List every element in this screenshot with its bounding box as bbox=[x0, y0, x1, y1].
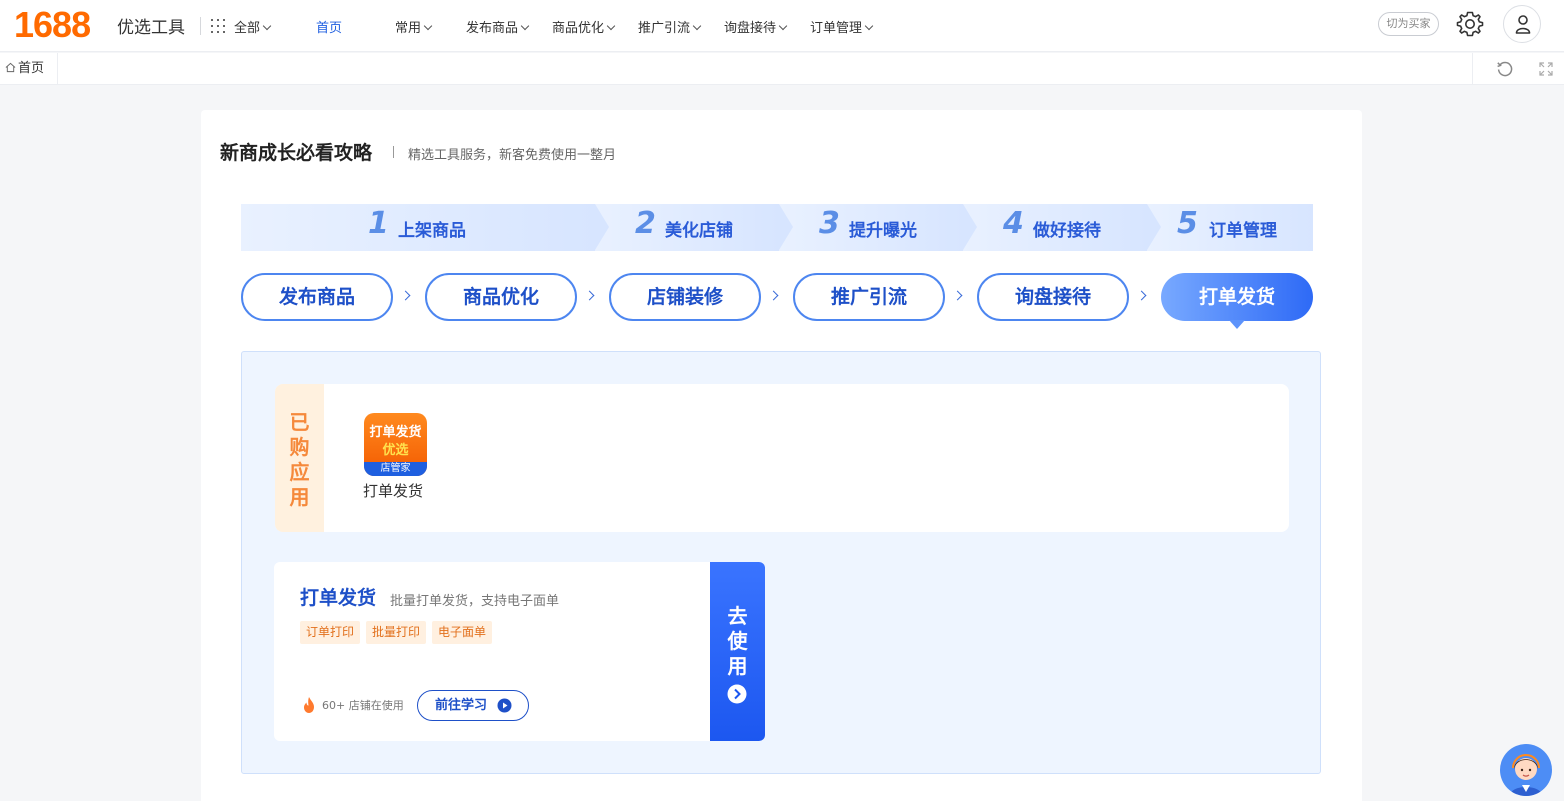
user-icon bbox=[1515, 15, 1531, 34]
usage-count: 60+ 店铺在使用 bbox=[322, 699, 404, 712]
side-char: 用 bbox=[289, 485, 310, 509]
chevron-right-icon bbox=[952, 290, 963, 301]
app-icon-line1: 打单发货 bbox=[369, 425, 422, 440]
nav-common[interactable]: 常用 bbox=[395, 17, 433, 36]
chevron-down-icon bbox=[778, 21, 788, 31]
step-label: 上架商品 bbox=[398, 221, 466, 241]
switch-to-buyer-button[interactable]: 切为买家 bbox=[1378, 12, 1439, 36]
print-ship-app-icon[interactable]: 打单发货 优选 店管家 bbox=[364, 413, 427, 476]
pill-inquiry[interactable]: 询盘接待 bbox=[977, 273, 1129, 321]
header-divider bbox=[200, 17, 201, 35]
chevron-down-icon bbox=[262, 21, 272, 31]
nav-label: 首页 bbox=[316, 21, 343, 36]
step-label: 美化店铺 bbox=[665, 221, 733, 241]
chevron-down-icon bbox=[606, 21, 616, 31]
chevron-down-icon bbox=[423, 21, 433, 31]
nav-home[interactable]: 首页 bbox=[316, 17, 342, 36]
arrow-right-circle-icon bbox=[727, 684, 747, 704]
grid-menu-icon[interactable] bbox=[211, 19, 225, 33]
nav-label: 订单管理 bbox=[810, 21, 863, 36]
step-5: 5 订单管理 bbox=[1147, 204, 1313, 251]
section-description: 精选工具服务，新客免费使用一整月 bbox=[408, 148, 617, 163]
pill-print-ship[interactable]: 打单发货 bbox=[1161, 273, 1313, 329]
tool-title: 打单发货 bbox=[300, 587, 377, 609]
tab-bar: 首页 bbox=[0, 53, 1564, 85]
pill-shop-decoration[interactable]: 店铺装修 bbox=[609, 273, 761, 321]
nav-product-optimize[interactable]: 商品优化 bbox=[552, 17, 616, 36]
step-3: 3 提升曝光 bbox=[779, 204, 977, 251]
home-icon bbox=[5, 62, 16, 73]
step-1: 1 上架商品 bbox=[241, 204, 609, 251]
app-icon-line2: 优选 bbox=[382, 443, 409, 458]
nav-label: 商品优化 bbox=[552, 21, 605, 36]
tool-panel: 已 购 应 用 打单发货 优选 店管家 打单发货 打单发货 批量打单发货，支持电… bbox=[241, 351, 1321, 774]
tab-bar-divider bbox=[1472, 53, 1473, 84]
step-label: 订单管理 bbox=[1209, 221, 1277, 241]
tool-tag: 批量打印 bbox=[366, 621, 427, 644]
pill-publish-product[interactable]: 发布商品 bbox=[241, 273, 393, 321]
customer-service-avatar[interactable] bbox=[1500, 744, 1552, 796]
tab-home[interactable]: 首页 bbox=[0, 53, 58, 84]
chevron-right-icon bbox=[584, 290, 595, 301]
nav-promotion[interactable]: 推广引流 bbox=[638, 17, 702, 36]
step-4: 4 做好接待 bbox=[963, 204, 1161, 251]
learn-button[interactable]: 前往学习 bbox=[417, 690, 529, 721]
step-number: 5 bbox=[1177, 206, 1198, 241]
section-title: 新商成长必看攻略 bbox=[220, 142, 373, 164]
expand-icon[interactable] bbox=[1539, 62, 1553, 76]
nav-label: 常用 bbox=[395, 21, 422, 36]
app-icon-band: 店管家 bbox=[364, 462, 427, 476]
tool-description: 批量打单发货，支持电子面单 bbox=[390, 594, 560, 609]
step-label: 提升曝光 bbox=[849, 221, 917, 241]
user-avatar[interactable] bbox=[1503, 5, 1541, 43]
title-divider bbox=[393, 146, 394, 158]
pill-product-optimize[interactable]: 商品优化 bbox=[425, 273, 577, 321]
chevron-right-icon bbox=[768, 290, 779, 301]
tab-home-label: 首页 bbox=[18, 61, 45, 76]
all-menu-label: 全部 bbox=[234, 21, 261, 36]
chevron-right-icon bbox=[1136, 290, 1147, 301]
app-name[interactable]: 打单发货 bbox=[363, 480, 423, 501]
chevron-right-icon bbox=[400, 290, 411, 301]
nav-label: 推广引流 bbox=[638, 21, 691, 36]
step-number: 2 bbox=[635, 206, 656, 241]
growth-guide-card: 新商成长必看攻略 精选工具服务，新客免费使用一整月 1 上架商品 2 美化店铺 … bbox=[201, 110, 1362, 801]
chevron-down-icon bbox=[864, 21, 874, 31]
step-number: 3 bbox=[819, 206, 840, 241]
tool-card-print-ship: 打单发货 批量打单发货，支持电子面单 订单打印 批量打印 电子面单 60+ 店铺… bbox=[274, 562, 765, 741]
refresh-icon[interactable] bbox=[1496, 60, 1514, 78]
app-subtitle: 优选工具 bbox=[117, 18, 185, 38]
step-number: 1 bbox=[368, 206, 389, 241]
assistant-avatar-icon bbox=[1510, 754, 1542, 796]
use-char: 用 bbox=[727, 654, 748, 678]
brand-logo[interactable]: 1688 bbox=[14, 4, 91, 46]
chevron-down-icon bbox=[520, 21, 530, 31]
nav-inquiry[interactable]: 询盘接待 bbox=[724, 17, 788, 36]
chevron-down-icon bbox=[692, 21, 702, 31]
tool-tag: 电子面单 bbox=[432, 621, 493, 644]
learn-button-label: 前往学习 bbox=[435, 698, 488, 713]
purchased-apps-label: 已 购 应 用 bbox=[275, 384, 324, 532]
all-menu-dropdown[interactable]: 全部 bbox=[234, 17, 272, 36]
nav-label: 发布商品 bbox=[466, 21, 519, 36]
nav-label: 询盘接待 bbox=[724, 21, 777, 36]
gear-icon[interactable] bbox=[1455, 9, 1485, 39]
purchased-apps: 已 购 应 用 打单发货 优选 店管家 打单发货 bbox=[275, 384, 1289, 532]
tool-tag: 订单打印 bbox=[300, 621, 361, 644]
step-2: 2 美化店铺 bbox=[595, 204, 793, 251]
nav-publish-product[interactable]: 发布商品 bbox=[466, 17, 530, 36]
play-icon bbox=[497, 698, 512, 713]
step-label: 做好接待 bbox=[1033, 221, 1101, 241]
fire-icon bbox=[304, 697, 314, 713]
nav-order-management[interactable]: 订单管理 bbox=[810, 17, 874, 36]
pill-promotion[interactable]: 推广引流 bbox=[793, 273, 945, 321]
step-number: 4 bbox=[1003, 206, 1024, 241]
top-header: 1688 优选工具 全部 首页 常用 发布商品 商品优化 推广引流 询盘接待 订… bbox=[0, 0, 1564, 52]
go-use-button[interactable]: 去 使 用 bbox=[710, 562, 765, 741]
